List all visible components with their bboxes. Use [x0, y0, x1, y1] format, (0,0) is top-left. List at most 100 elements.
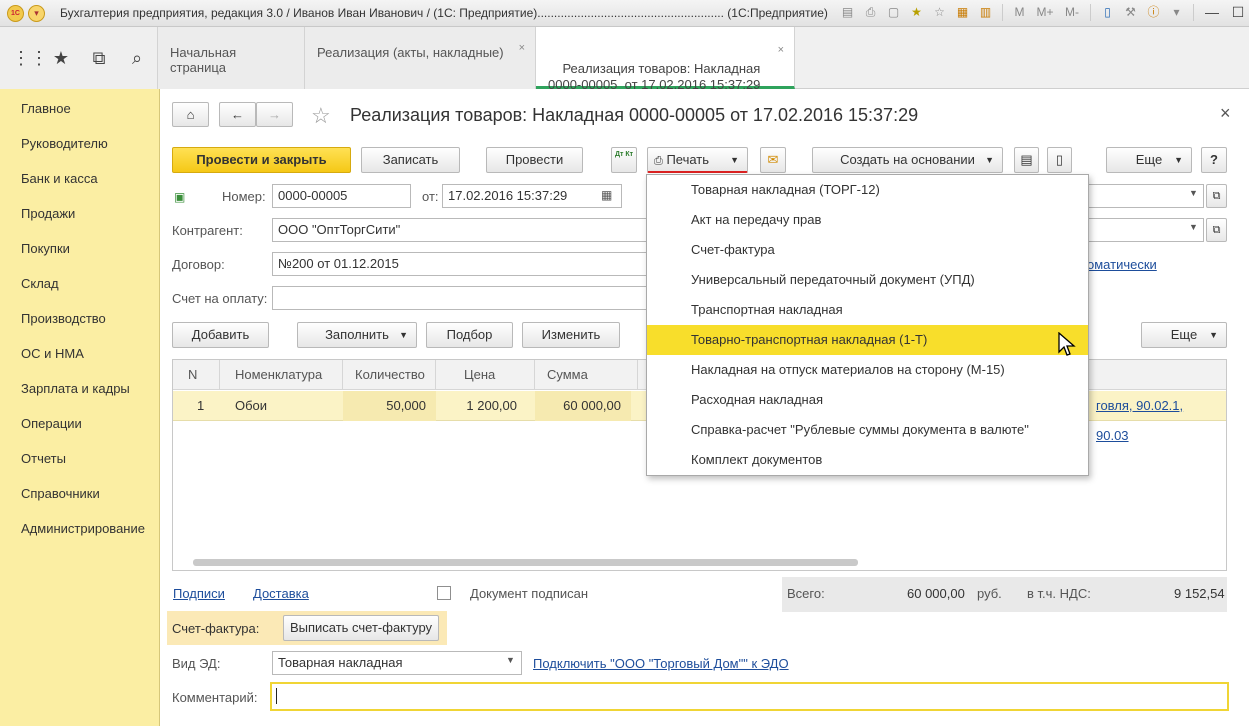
column-header-quantity[interactable]: Количество	[343, 360, 436, 390]
help-button[interactable]: ?	[1201, 147, 1227, 173]
sidebar-item-main[interactable]: Главное	[21, 101, 71, 116]
sidebar-item-production[interactable]: Производство	[21, 311, 106, 326]
menu-item-m15[interactable]: Накладная на отпуск материалов на сторон…	[647, 355, 1088, 385]
main-menu-icon[interactable]: ▾	[28, 5, 45, 22]
maximize-button[interactable]: ☐	[1227, 3, 1249, 22]
sidebar-item-manager[interactable]: Руководителю	[21, 136, 108, 151]
create-based-on-button[interactable]: Создать на основании ▼	[812, 147, 1003, 173]
sidebar-item-reports[interactable]: Отчеты	[21, 451, 66, 466]
cell-sum[interactable]: 60 000,00	[535, 391, 631, 421]
menu-item-torg12[interactable]: Товарная накладная (ТОРГ-12)	[647, 175, 1088, 205]
column-header-sum[interactable]: Сумма	[535, 360, 638, 390]
print-button[interactable]: ⎙ Печать ▼	[647, 147, 748, 173]
column-header-item[interactable]: Номенклатура	[220, 360, 343, 390]
menu-item-expense-waybill[interactable]: Расходная накладная	[647, 385, 1088, 415]
menu-item-upd[interactable]: Универсальный передаточный документ (УПД…	[647, 265, 1088, 295]
sidebar-item-bank[interactable]: Банк и касса	[21, 171, 98, 186]
column-header-price[interactable]: Цена	[436, 360, 535, 390]
sidebar-item-admin[interactable]: Администрирование	[21, 521, 145, 536]
sidebar-item-operations[interactable]: Операции	[21, 416, 82, 431]
menu-item-1t[interactable]: Товарно-транспортная накладная (1-Т)	[647, 325, 1088, 355]
open-counterparty-button[interactable]: ⧉	[1206, 218, 1227, 242]
post-and-close-button[interactable]: Провести и закрыть	[172, 147, 351, 173]
menu-item-transport-waybill[interactable]: Транспортная накладная	[647, 295, 1088, 325]
horizontal-scrollbar[interactable]	[193, 559, 858, 566]
memory-m-icon[interactable]: M	[1010, 3, 1029, 22]
calendar-icon[interactable]: ▦	[953, 3, 972, 22]
calculator-icon[interactable]: ▥	[976, 3, 995, 22]
auto-link[interactable]: оматически	[1087, 257, 1157, 272]
history-icon[interactable]: ⧉	[88, 47, 110, 69]
post-button[interactable]: Провести	[486, 147, 583, 173]
sidebar-item-fixed-assets[interactable]: ОС и НМА	[21, 346, 84, 361]
journal-button[interactable]: ▤	[1014, 147, 1039, 173]
sidebar-item-purchases[interactable]: Покупки	[21, 241, 70, 256]
more-button[interactable]: Еще ▼	[1106, 147, 1192, 173]
dt-kt-button[interactable]: Дт Кт	[611, 147, 637, 173]
menu-item-currency-calc[interactable]: Справка-расчет "Рублевые суммы документа…	[647, 415, 1088, 445]
payment-invoice-field[interactable]	[272, 286, 652, 310]
menu-item-document-set[interactable]: Комплект документов	[647, 445, 1088, 475]
organization-field[interactable]	[1088, 184, 1204, 208]
signatures-link[interactable]: Подписи	[173, 586, 225, 601]
forward-button[interactable]: →	[256, 102, 293, 127]
email-button[interactable]: ✉	[760, 147, 786, 173]
menu-item-rights-transfer-act[interactable]: Акт на передачу прав	[647, 205, 1088, 235]
delivery-link[interactable]: Доставка	[253, 586, 309, 601]
tab-sales-list[interactable]: Реализация (акты, накладные) ×	[305, 27, 536, 89]
report-button[interactable]: ▯	[1047, 147, 1072, 173]
home-button[interactable]: ⌂	[172, 102, 209, 127]
cell-accounts-link[interactable]: говля, 90.02.1, 90.03	[1086, 391, 1226, 443]
change-button[interactable]: Изменить	[522, 322, 620, 348]
print-icon[interactable]: ⎙	[861, 3, 880, 22]
sidebar-item-catalogs[interactable]: Справочники	[21, 486, 100, 501]
chevron-down-icon[interactable]: ▼	[506, 655, 515, 665]
date-field[interactable]: 17.02.2016 15:37:29	[442, 184, 622, 208]
column-header-n[interactable]: N	[173, 360, 220, 390]
sidebar-item-sales[interactable]: Продажи	[21, 206, 75, 221]
search-icon[interactable]: ⌕	[126, 47, 148, 69]
sidebar-item-payroll[interactable]: Зарплата и кадры	[21, 381, 130, 396]
chevron-down-icon[interactable]: ▼	[1189, 222, 1198, 232]
close-tab-icon[interactable]: ×	[778, 42, 784, 58]
panel-icon[interactable]: ▯	[1098, 3, 1117, 22]
add-row-button[interactable]: Добавить	[172, 322, 269, 348]
calendar-icon[interactable]: ▦	[601, 188, 612, 202]
info-icon[interactable]: ⓘ	[1144, 3, 1163, 22]
cell-item[interactable]: Обои	[225, 391, 277, 421]
star-icon[interactable]: ★	[50, 47, 72, 69]
table-more-button[interactable]: Еще ▼	[1141, 322, 1227, 348]
app-logo-icon[interactable]: 1С	[7, 5, 24, 22]
cell-n[interactable]: 1	[187, 391, 214, 421]
comment-field[interactable]	[270, 682, 1229, 711]
close-tab-icon[interactable]: ×	[519, 42, 525, 54]
number-field[interactable]: 0000-00005	[272, 184, 411, 208]
ed-type-field[interactable]: Товарная накладная	[272, 651, 522, 675]
apps-icon[interactable]: ⋮⋮	[12, 47, 48, 69]
fill-button[interactable]: Заполнить ▼	[297, 322, 417, 348]
connect-edo-link[interactable]: Подключить "ООО "Торговый Дом"" к ЭДО	[533, 656, 789, 671]
cell-quantity[interactable]: 50,000	[343, 391, 436, 421]
menu-item-invoice[interactable]: Счет-фактура	[647, 235, 1088, 265]
issue-tax-invoice-button[interactable]: Выписать счет-фактуру	[283, 615, 439, 641]
contract-field[interactable]: №200 от 01.12.2015	[272, 252, 652, 276]
save-icon[interactable]: ▤	[838, 3, 857, 22]
back-button[interactable]: ←	[219, 102, 256, 127]
close-form-icon[interactable]: ×	[1220, 103, 1231, 124]
memory-minus-icon[interactable]: M-	[1061, 3, 1083, 22]
chevron-down-icon[interactable]: ▼	[1189, 188, 1198, 198]
favorite-star-icon[interactable]: ☆	[311, 103, 331, 129]
star-icon[interactable]: ☆	[930, 3, 949, 22]
select-button[interactable]: Подбор	[426, 322, 513, 348]
open-organization-button[interactable]: ⧉	[1206, 184, 1227, 208]
tab-home[interactable]: Начальная страница	[158, 27, 305, 89]
wrench-icon[interactable]: ⚒	[1121, 3, 1140, 22]
tab-sales-document[interactable]: Реализация товаров: Накладная 0000-00005…	[536, 27, 795, 92]
cell-price[interactable]: 1 200,00	[436, 391, 527, 421]
favorites-icon[interactable]: ★	[907, 3, 926, 22]
dropdown-icon[interactable]: ▾	[1167, 3, 1186, 22]
minimize-button[interactable]: —	[1201, 3, 1223, 22]
signed-checkbox[interactable]	[437, 586, 451, 600]
preview-icon[interactable]: ▢	[884, 3, 903, 22]
sidebar-item-warehouse[interactable]: Склад	[21, 276, 59, 291]
